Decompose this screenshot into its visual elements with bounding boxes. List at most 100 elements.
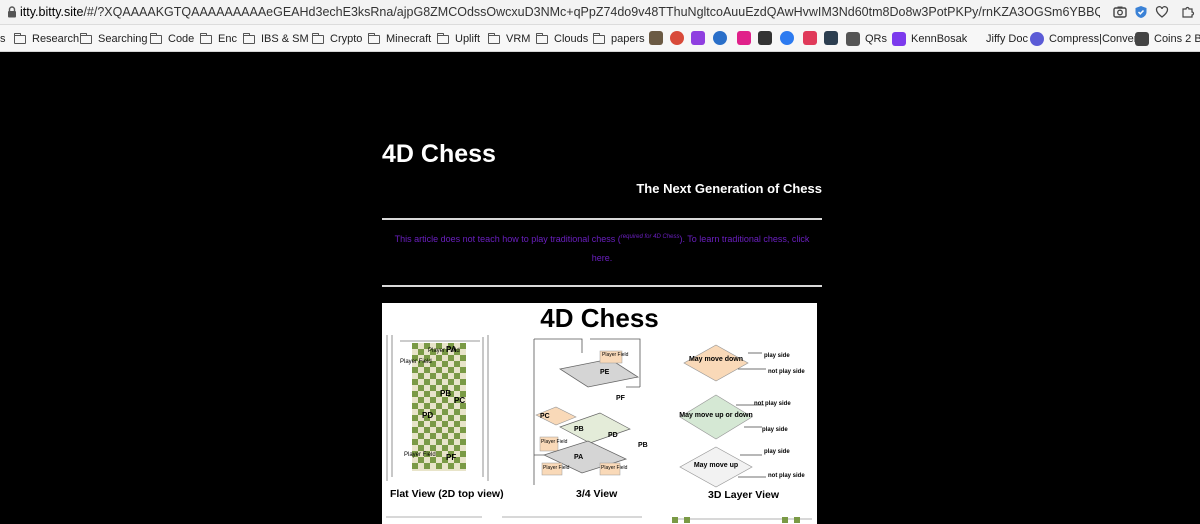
layer-side-label: not play side [768, 369, 805, 375]
bookmark-folder-ibs-sm[interactable]: IBS & SM [243, 31, 309, 47]
url-path: /#/?XQAAAAKGTQAAAAAAAAAeGEAHd3echE3ksRna… [83, 5, 1100, 19]
bookmark-kennbosak[interactable]: KennBosak [892, 31, 967, 47]
board-square [454, 361, 460, 367]
board-square [454, 421, 460, 427]
flat-label: PC [454, 396, 465, 405]
globe-favicon[interactable] [780, 31, 794, 45]
page-subtitle: The Next Generation of Chess [636, 181, 822, 196]
layer-side-label: play side [764, 353, 790, 359]
board-square [430, 421, 436, 427]
bookmark-fragment[interactable]: s [0, 31, 6, 47]
board-square [418, 349, 424, 355]
address-bar[interactable]: itty.bitty.site/#/?XQAAAAKGTQAAAAAAAAAeG… [0, 0, 1200, 25]
board-square [448, 463, 454, 469]
flat-label: PB [440, 389, 451, 398]
folder-icon [536, 32, 548, 44]
learn-chess-link[interactable]: here. [592, 253, 613, 263]
board-square [412, 463, 418, 469]
iso-label: PC [540, 413, 550, 420]
bookmark-folder-vrm[interactable]: VRM [488, 31, 530, 47]
board-square [442, 373, 448, 379]
bookmark-folder-enc[interactable]: Enc [200, 31, 237, 47]
board-square [436, 415, 442, 421]
bookmark-folder-searching[interactable]: Searching [80, 31, 148, 47]
m-favicon[interactable] [691, 31, 705, 45]
page-title: 4D Chess [382, 140, 496, 168]
bookmark-folder-uplift[interactable]: Uplift [437, 31, 480, 47]
board-square [424, 463, 430, 469]
bookmark-folder-code[interactable]: Code [150, 31, 194, 47]
board-square [460, 427, 466, 433]
board-square [442, 433, 448, 439]
board-square [436, 367, 442, 373]
board-square [436, 463, 442, 469]
folder-icon [243, 32, 255, 44]
board-square [460, 379, 466, 385]
bookmark-folder-minecraft[interactable]: Minecraft [368, 31, 431, 47]
folder-icon [200, 32, 212, 44]
blue-circle-favicon[interactable] [713, 31, 727, 45]
qr-icon [846, 32, 860, 46]
avatar-favicon[interactable] [649, 31, 663, 45]
dark-favicon[interactable] [758, 31, 772, 45]
iso-label: Player Field [601, 465, 628, 471]
board-square [460, 367, 466, 373]
lock-icon[interactable] [5, 5, 19, 19]
folder-icon [368, 32, 380, 44]
iso-label: PD [608, 432, 618, 439]
layer-side-label: not play side [768, 473, 805, 479]
board-square [412, 439, 418, 445]
bookmark-coins[interactable]: Coins 2 Ble [1135, 31, 1200, 47]
pink-favicon[interactable] [737, 31, 751, 45]
board-square [424, 379, 430, 385]
board-square [412, 379, 418, 385]
board-square [454, 373, 460, 379]
board-square [448, 355, 454, 361]
shield-extension-icon[interactable] [1133, 4, 1149, 20]
board-square [454, 433, 460, 439]
board-square [430, 373, 436, 379]
doc-icon [967, 32, 981, 46]
screenshot-icon[interactable] [1112, 4, 1128, 20]
caption-flat-view: Flat View (2D top view) [390, 488, 504, 500]
board-square [442, 445, 448, 451]
board-square [442, 421, 448, 427]
figure-title: 4D Chess [540, 303, 659, 333]
board-square [430, 445, 436, 451]
bookmark-folder-crypto[interactable]: Crypto [312, 31, 362, 47]
board-square [442, 409, 448, 415]
board-square [418, 445, 424, 451]
folder-icon [312, 32, 324, 44]
bookmark-compress-convert[interactable]: Compress|Convert [1030, 31, 1141, 47]
red-circle-favicon[interactable] [670, 31, 684, 45]
iso-label: PA [574, 454, 583, 461]
layer-side-label: play side [762, 427, 788, 433]
bookmark-folder-research[interactable]: Research [14, 31, 79, 47]
board-square [436, 439, 442, 445]
board-square [442, 361, 448, 367]
extension-puzzle-icon[interactable] [1180, 4, 1196, 20]
bookmark-qrs[interactable]: QRs [846, 31, 887, 47]
bookmarks-bar: s Research Searching Code Enc IBS & SM C… [0, 25, 1200, 52]
square-favicon[interactable] [824, 31, 838, 45]
board-square [454, 409, 460, 415]
board-square [418, 433, 424, 439]
board-square [418, 397, 424, 403]
bookmark-folder-papers[interactable]: papers [593, 31, 645, 47]
iso-label: PF [616, 395, 626, 402]
board-square [430, 433, 436, 439]
board-square [430, 397, 436, 403]
twitch-icon [892, 32, 906, 46]
board-square [418, 385, 424, 391]
iso-label: Player Field [602, 352, 629, 358]
nine-favicon[interactable] [803, 31, 817, 45]
layer-diamond-label: May move up or down [679, 412, 753, 419]
bookmark-jiffy-doc[interactable]: Jiffy Doc [967, 31, 1028, 47]
url-text[interactable]: itty.bitty.site/#/?XQAAAAKGTQAAAAAAAAAeG… [20, 5, 1100, 20]
board-square [448, 379, 454, 385]
bookmark-folder-clouds[interactable]: Clouds [536, 31, 588, 47]
board-square [436, 355, 442, 361]
heart-icon[interactable] [1154, 4, 1170, 20]
compress-icon [1030, 32, 1044, 46]
flat-view-diagram: Player Field PA Player Field PB PD PC Pl… [386, 335, 489, 481]
